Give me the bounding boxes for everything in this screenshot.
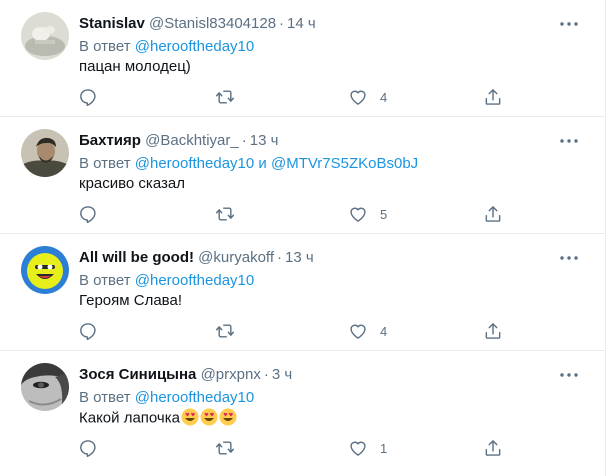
avatar[interactable] bbox=[21, 246, 69, 294]
reply-prefix: В ответ bbox=[79, 272, 131, 289]
tweet[interactable]: All will be good! @kuryakoff · 13 ч В отве… bbox=[0, 234, 605, 351]
share-icon bbox=[485, 89, 501, 105]
reply-icon bbox=[80, 206, 96, 224]
tweet-text: красиво сказал bbox=[79, 175, 185, 192]
share-icon bbox=[485, 206, 501, 222]
user-handle[interactable]: @prxpnx bbox=[201, 366, 261, 383]
mention-link[interactable]: @MTVr7S5ZKoBs0bJ bbox=[271, 155, 418, 172]
replying-to: В ответ @herooftheday10 bbox=[79, 388, 254, 408]
share-button[interactable] bbox=[483, 435, 503, 461]
heart-eyes-emoji-icon bbox=[200, 408, 218, 426]
like-count: 1 bbox=[380, 440, 388, 456]
heart-icon bbox=[350, 207, 366, 222]
more-options-icon[interactable] bbox=[557, 129, 581, 153]
display-name[interactable]: All will be good! bbox=[79, 249, 194, 266]
like-button[interactable]: 5 bbox=[348, 201, 387, 227]
tweet-header: Бахтияр @Backhtiyar_ · 13 ч bbox=[79, 131, 278, 151]
reply-icon bbox=[80, 323, 96, 341]
tweet-header: All will be good! @kuryakoff · 13 ч bbox=[79, 248, 314, 268]
action-bar: 4 bbox=[0, 84, 605, 110]
more-options-icon[interactable] bbox=[557, 246, 581, 270]
share-icon bbox=[485, 323, 501, 339]
timestamp[interactable]: 13 ч bbox=[250, 132, 279, 149]
timestamp[interactable]: 14 ч bbox=[287, 15, 316, 32]
mention-link[interactable]: @herooftheday10 bbox=[135, 155, 254, 172]
reply-icon bbox=[80, 440, 96, 458]
emoji-group bbox=[180, 408, 237, 429]
like-button[interactable]: 4 bbox=[348, 84, 387, 110]
reply-joiner: и bbox=[258, 155, 267, 172]
timestamp[interactable]: 13 ч bbox=[285, 249, 314, 266]
heart-eyes-emoji-icon bbox=[219, 408, 237, 426]
reply-icon bbox=[80, 89, 96, 107]
tweet[interactable]: Зося Синицына @prxpnx · 3 ч В ответ @heroo… bbox=[0, 351, 605, 468]
share-button[interactable] bbox=[483, 201, 503, 227]
separator-dot: · bbox=[263, 366, 269, 383]
action-bar: 4 bbox=[0, 318, 605, 344]
retweet-button[interactable] bbox=[215, 435, 235, 461]
like-button[interactable]: 4 bbox=[348, 318, 387, 344]
display-name[interactable]: Бахтияр bbox=[79, 132, 141, 149]
like-count: 5 bbox=[380, 206, 388, 222]
tweet[interactable]: Бахтияр @Backhtiyar_ · 13 ч В ответ @heroo… bbox=[0, 117, 605, 234]
avatar[interactable] bbox=[21, 363, 69, 411]
user-handle[interactable]: @Backhtiyar_ bbox=[145, 132, 239, 149]
more-options-icon[interactable] bbox=[557, 363, 581, 387]
like-button[interactable]: 1 bbox=[348, 435, 387, 461]
mention-link[interactable]: @herooftheday10 bbox=[135, 272, 254, 289]
replying-to: В ответ @herooftheday10 bbox=[79, 271, 254, 291]
tweet-text: Какой лапочка bbox=[79, 408, 237, 429]
reply-button[interactable] bbox=[78, 201, 98, 227]
tweet-text: Героям Слава! bbox=[79, 292, 182, 309]
replies-feed: Stanislav @Stanisl83404128 · 14 ч В ответ … bbox=[0, 0, 606, 476]
reply-prefix: В ответ bbox=[79, 38, 131, 55]
mention-link[interactable]: @herooftheday10 bbox=[135, 389, 254, 406]
mention-link[interactable]: @herooftheday10 bbox=[135, 38, 254, 55]
display-name[interactable]: Зося Синицына bbox=[79, 366, 196, 383]
reply-prefix: В ответ bbox=[79, 389, 131, 406]
heart-icon bbox=[350, 441, 366, 456]
user-handle[interactable]: @kuryakoff bbox=[198, 249, 274, 266]
retweet-button[interactable] bbox=[215, 201, 235, 227]
heart-icon bbox=[350, 90, 366, 105]
tweet-text-body: Какой лапочка bbox=[79, 409, 180, 427]
like-count: 4 bbox=[380, 89, 388, 105]
tweet-header: Зося Синицына @prxpnx · 3 ч bbox=[79, 365, 292, 385]
avatar[interactable] bbox=[21, 129, 69, 177]
retweet-icon bbox=[215, 207, 235, 221]
more-options-icon[interactable] bbox=[557, 12, 581, 36]
reply-prefix: В ответ bbox=[79, 155, 131, 172]
heart-eyes-emoji-icon bbox=[181, 408, 199, 426]
separator-dot: · bbox=[241, 132, 247, 149]
like-count: 4 bbox=[380, 323, 388, 339]
share-icon bbox=[485, 440, 501, 456]
tweet-text: пацан молодец) bbox=[79, 58, 191, 75]
replying-to: В ответ @herooftheday10 bbox=[79, 37, 254, 57]
reply-button[interactable] bbox=[78, 435, 98, 461]
action-bar: 1 bbox=[0, 435, 605, 461]
share-button[interactable] bbox=[483, 318, 503, 344]
tweet-header: Stanislav @Stanisl83404128 · 14 ч bbox=[79, 14, 316, 34]
retweet-icon bbox=[215, 90, 235, 104]
reply-button[interactable] bbox=[78, 318, 98, 344]
separator-dot: · bbox=[279, 15, 285, 32]
retweet-button[interactable] bbox=[215, 84, 235, 110]
heart-icon bbox=[350, 324, 366, 339]
replying-to: В ответ @herooftheday10 и @MTVr7S5ZKoBs0… bbox=[79, 154, 418, 174]
timestamp[interactable]: 3 ч bbox=[272, 366, 292, 383]
retweet-icon bbox=[215, 324, 235, 338]
action-bar: 5 bbox=[0, 201, 605, 227]
avatar[interactable] bbox=[21, 12, 69, 60]
display-name[interactable]: Stanislav bbox=[79, 15, 145, 32]
user-handle[interactable]: @Stanisl83404128 bbox=[149, 15, 276, 32]
retweet-button[interactable] bbox=[215, 318, 235, 344]
reply-button[interactable] bbox=[78, 84, 98, 110]
retweet-icon bbox=[215, 441, 235, 455]
share-button[interactable] bbox=[483, 84, 503, 110]
separator-dot: · bbox=[277, 249, 282, 266]
tweet[interactable]: Stanislav @Stanisl83404128 · 14 ч В ответ … bbox=[0, 0, 605, 117]
